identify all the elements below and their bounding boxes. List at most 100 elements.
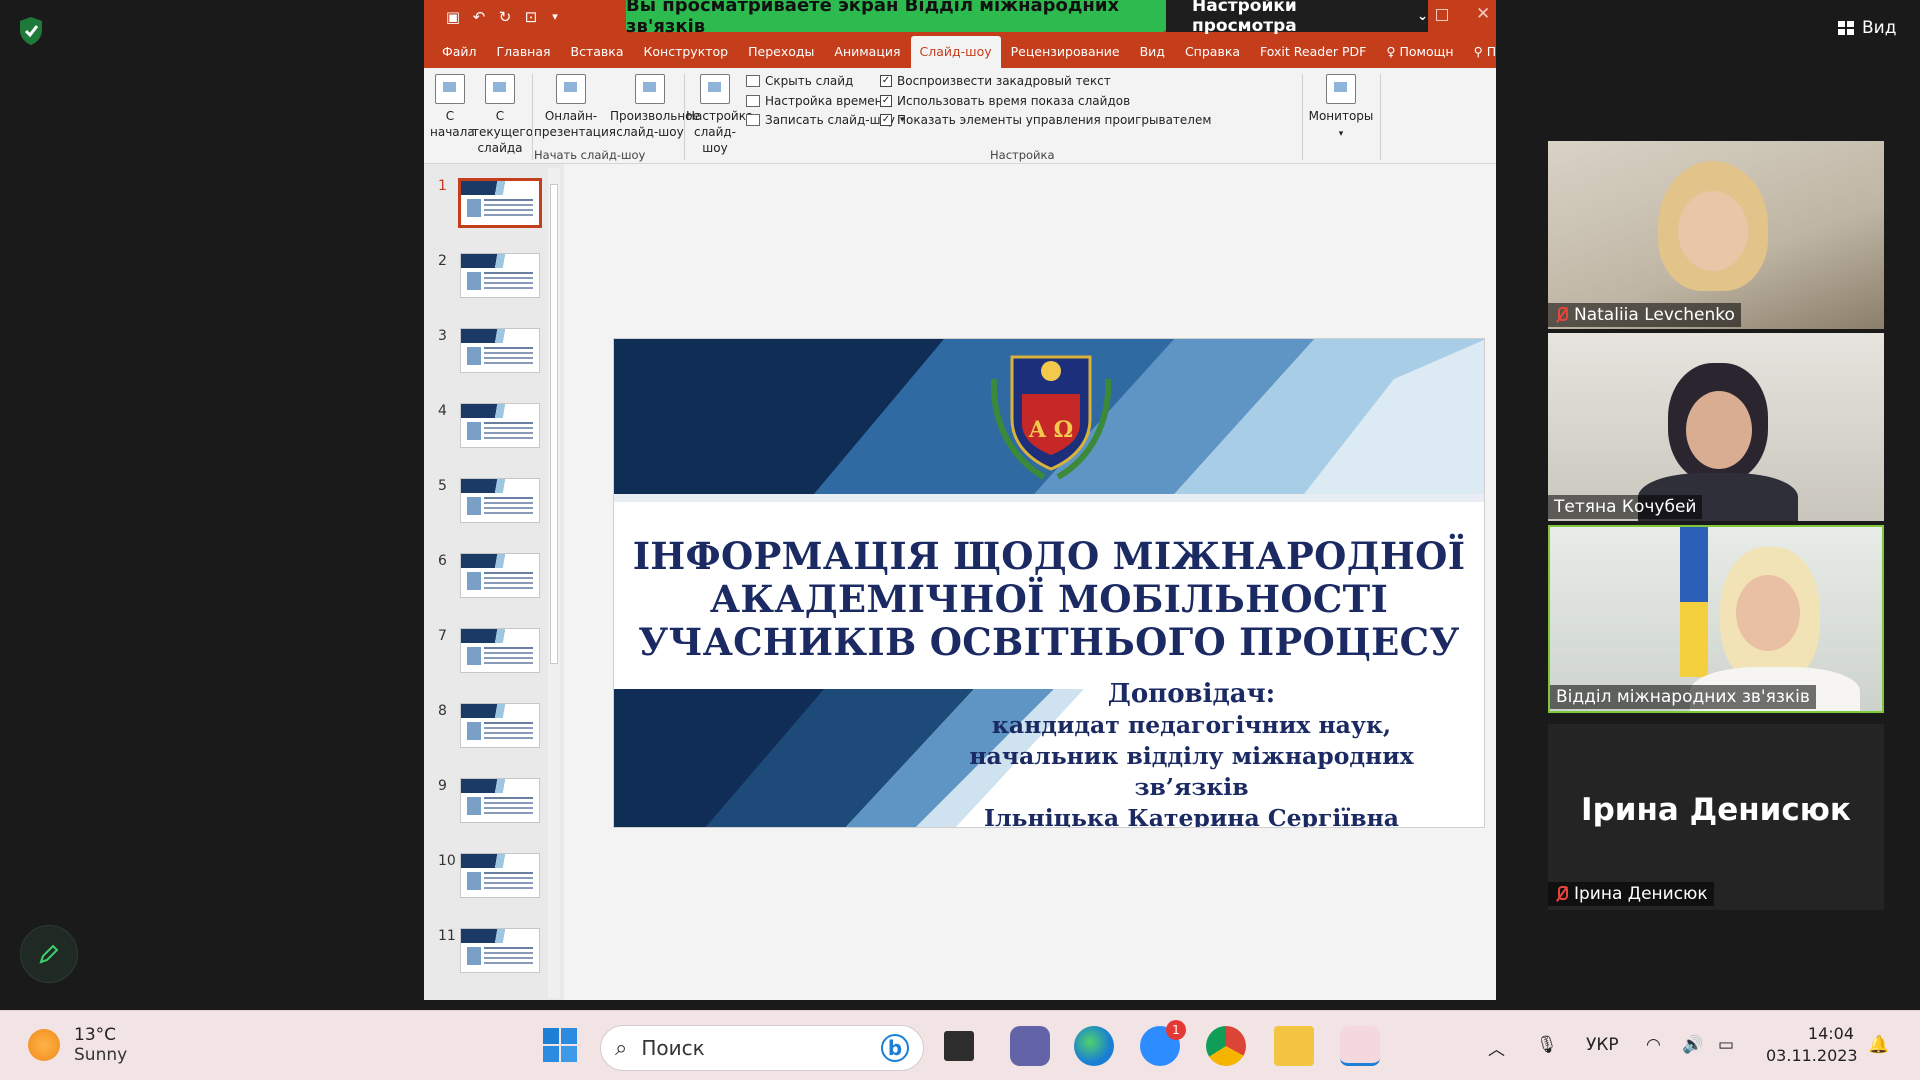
current-slide: Α Ω ІНФОРМАЦІЯ ЩОДО МІЖНАРОДНОЇ АКАДЕМІЧ… bbox=[613, 338, 1485, 828]
scrollbar-thumb[interactable] bbox=[550, 184, 558, 664]
close-icon[interactable]: ✕ bbox=[1476, 4, 1490, 24]
play-narration-checkbox[interactable]: ✓ Воспроизвести закадровый текст bbox=[880, 74, 1111, 88]
notification-bell-icon[interactable]: 🔔 bbox=[1868, 1035, 1889, 1055]
participant-name-tag: Тетяна Кочубей bbox=[1548, 495, 1703, 519]
edge-browser-icon[interactable] bbox=[1074, 1026, 1114, 1066]
keyboard-language[interactable]: УКР bbox=[1586, 1035, 1619, 1055]
use-timings-checkbox[interactable]: ✓ Использовать время показа слайдов bbox=[880, 94, 1130, 108]
thumb-image bbox=[467, 722, 482, 740]
zoom-app-icon[interactable]: 1 bbox=[1140, 1020, 1186, 1066]
weather-widget[interactable]: 13°C Sunny bbox=[28, 1025, 127, 1065]
slide-thumbnail[interactable] bbox=[458, 178, 542, 228]
rehearse-timings-button[interactable]: Настройка времени bbox=[746, 94, 890, 108]
slide-thumbnail[interactable] bbox=[460, 478, 540, 523]
slide-thumbnail[interactable] bbox=[460, 703, 540, 748]
slide-thumbnail[interactable] bbox=[460, 853, 540, 898]
from-start-label: С начала bbox=[430, 109, 475, 139]
thumbnail-number: 4 bbox=[438, 403, 447, 419]
bing-icon: b bbox=[881, 1034, 909, 1062]
participant-video[interactable]: Тетяна Кочубей bbox=[1548, 333, 1884, 521]
tab-home[interactable]: Главная bbox=[487, 44, 561, 68]
thumb-text bbox=[484, 947, 533, 949]
view-settings-label: Настройки просмотра bbox=[1192, 0, 1297, 36]
from-start-button[interactable]: С начала bbox=[430, 74, 475, 140]
tab-animations[interactable]: Анимация bbox=[824, 44, 910, 68]
volume-icon[interactable]: 🔊 bbox=[1682, 1035, 1703, 1055]
thumbnail-scrollbar[interactable] bbox=[548, 168, 560, 998]
microphone-icon[interactable]: 🎙 bbox=[1536, 1035, 1558, 1055]
start-windows-icon[interactable] bbox=[542, 1027, 582, 1067]
thumbnail-number: 6 bbox=[438, 553, 447, 569]
windows-taskbar: 13°C Sunny ⌕ Поиск b 1 ︿ 🎙 УКР ◠ 🔊 ▭ 14:… bbox=[0, 1010, 1920, 1080]
annotate-pencil-button[interactable] bbox=[20, 925, 78, 983]
tab-foxit[interactable]: Foxit Reader PDF bbox=[1250, 44, 1376, 68]
tray-overflow-chevron-icon[interactable]: ︿ bbox=[1488, 1035, 1505, 1060]
slide-thumbnail[interactable] bbox=[460, 778, 540, 823]
participant-no-video[interactable]: Ірина Денисюк Ірина Денисюк bbox=[1548, 724, 1884, 910]
grid-view-icon bbox=[1838, 21, 1854, 35]
slide-thumbnail[interactable] bbox=[460, 628, 540, 673]
thumb-image bbox=[467, 199, 482, 217]
flag-decoration bbox=[1680, 527, 1708, 677]
view-label: Вид bbox=[1862, 18, 1897, 38]
teams-chat-icon[interactable] bbox=[1010, 1026, 1050, 1066]
file-explorer-icon[interactable] bbox=[1274, 1026, 1314, 1066]
setup-slideshow-label: Настройка слайд-шоу bbox=[686, 109, 754, 155]
from-current-button[interactable]: С текущего слайда bbox=[472, 74, 533, 156]
tab-share[interactable]: ⚲ Поделиться bbox=[1464, 44, 1496, 68]
tab-review[interactable]: Рецензирование bbox=[1001, 44, 1130, 68]
tab-assistant[interactable]: ♀ Помощн bbox=[1376, 44, 1463, 68]
tab-file[interactable]: Файл bbox=[432, 44, 487, 68]
maximize-icon[interactable] bbox=[1436, 9, 1448, 21]
tab-transitions[interactable]: Переходы bbox=[738, 44, 824, 68]
tab-view[interactable]: Вид bbox=[1130, 44, 1175, 68]
tab-assistant-label: Помощн bbox=[1399, 44, 1454, 59]
chrome-browser-icon[interactable] bbox=[1206, 1026, 1246, 1066]
security-shield-icon[interactable] bbox=[18, 16, 44, 46]
snipping-tool-icon[interactable] bbox=[1340, 1026, 1380, 1066]
thumbnail-number: 8 bbox=[438, 703, 447, 719]
thumb-text bbox=[484, 572, 533, 574]
slideshow-qa-icon[interactable]: ⊡ bbox=[522, 8, 540, 26]
customize-qa-icon[interactable]: ▾ bbox=[546, 8, 564, 26]
slide-thumbnail[interactable] bbox=[460, 328, 540, 373]
thumb-image bbox=[467, 872, 482, 890]
taskbar-search[interactable]: ⌕ Поиск b bbox=[600, 1025, 924, 1071]
tab-insert[interactable]: Вставка bbox=[561, 44, 634, 68]
participant-video-active-speaker[interactable]: Відділ міжнародних зв'язків bbox=[1548, 525, 1884, 713]
search-icon: ⌕ bbox=[615, 1035, 628, 1061]
slide-thumbnail[interactable] bbox=[460, 928, 540, 973]
slide-title-line-2: АКАДЕМІЧНОЇ МОБІЛЬНОСТІ bbox=[709, 577, 1389, 621]
battery-icon[interactable]: ▭ bbox=[1718, 1035, 1734, 1055]
undo-icon[interactable]: ↶ bbox=[470, 8, 488, 26]
show-controls-checkbox[interactable]: ✓ Показать элементы управления проигрыват… bbox=[880, 113, 1211, 127]
participant-video[interactable]: Nataliia Levchenko bbox=[1548, 141, 1884, 329]
slide-thumbnail[interactable] bbox=[460, 253, 540, 298]
online-present-button[interactable]: Онлайн-презентация bbox=[534, 74, 616, 140]
setup-slideshow-button[interactable]: Настройка слайд-шоу bbox=[686, 74, 753, 156]
thumbnail-number: 9 bbox=[438, 778, 447, 794]
tab-slideshow[interactable]: Слайд-шоу bbox=[910, 36, 1001, 68]
tab-design[interactable]: Конструктор bbox=[634, 44, 739, 68]
clock-time: 14:04 bbox=[1807, 1024, 1854, 1043]
save-icon[interactable]: ▣ bbox=[444, 8, 462, 26]
wifi-icon[interactable]: ◠ bbox=[1646, 1035, 1661, 1055]
tab-help[interactable]: Справка bbox=[1175, 44, 1250, 68]
custom-show-button[interactable]: Произвольное слайд-шоу bbox=[610, 74, 700, 140]
checkmark-icon: ✓ bbox=[880, 95, 892, 107]
system-clock[interactable]: 14:04 03.11.2023 bbox=[1766, 1023, 1858, 1067]
slide-title: ІНФОРМАЦІЯ ЩОДО МІЖНАРОДНОЇ АКАДЕМІЧНОЇ … bbox=[614, 535, 1484, 664]
thumb-text bbox=[484, 797, 533, 799]
thumb-banner bbox=[461, 554, 539, 568]
view-settings-menu[interactable]: Настройки просмотра ⌄ bbox=[1166, 0, 1428, 36]
slide-thumbnail[interactable] bbox=[460, 403, 540, 448]
redo-icon[interactable]: ↻ bbox=[496, 8, 514, 26]
monitors-button[interactable]: Мониторы ▾ bbox=[1306, 74, 1376, 142]
thumb-image bbox=[467, 347, 482, 365]
current-slide-icon bbox=[485, 74, 515, 104]
view-button[interactable]: Вид bbox=[1838, 18, 1896, 38]
task-view-icon[interactable] bbox=[944, 1031, 974, 1061]
hide-slide-button[interactable]: Скрыть слайд bbox=[746, 74, 853, 88]
slide-thumbnail[interactable] bbox=[460, 553, 540, 598]
thumb-text bbox=[484, 647, 533, 649]
